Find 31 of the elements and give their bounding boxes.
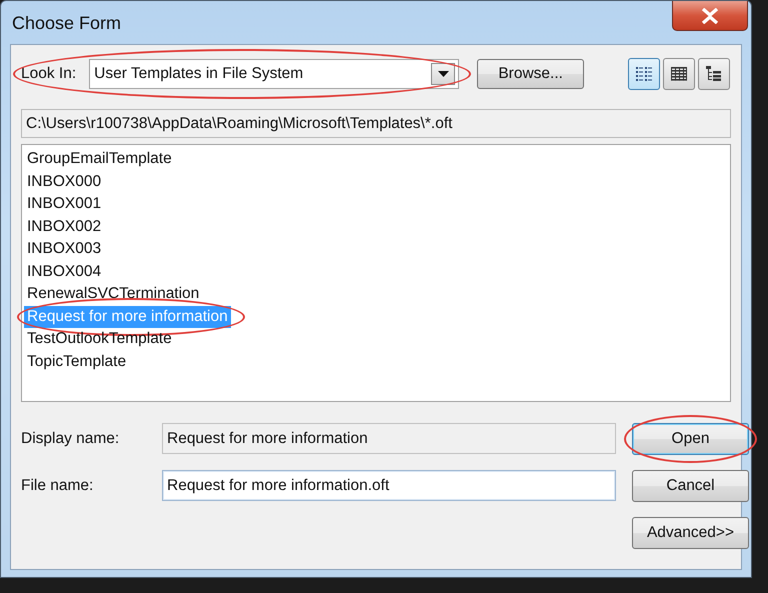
- display-name-label: Display name:: [21, 430, 120, 448]
- list-view-icon: [635, 65, 653, 83]
- form-list-item[interactable]: TopicTemplate: [24, 350, 130, 373]
- tree-view-icon: [705, 65, 723, 83]
- caret-icon: [438, 71, 449, 77]
- display-name-field: Request for more information: [162, 423, 616, 454]
- form-list-item[interactable]: INBOX003: [24, 238, 104, 260]
- form-list-item[interactable]: RenewalSVCTermination: [24, 283, 202, 306]
- form-list-item[interactable]: INBOX000: [24, 170, 104, 193]
- file-name-field[interactable]: Request for more information.oft: [162, 470, 616, 501]
- close-icon: [701, 8, 719, 24]
- folder-path-field: C:\Users\r100738\AppData\Roaming\Microsoft\Templates\*.oft: [21, 109, 731, 138]
- details-view-icon: [670, 65, 688, 83]
- open-button[interactable]: Open: [632, 422, 749, 454]
- window-title: Choose Form: [12, 13, 122, 34]
- view-button[interactable]: [628, 58, 660, 90]
- advanced-button[interactable]: Advanced>>: [632, 517, 749, 549]
- form-list-item[interactable]: INBOX004: [24, 260, 104, 283]
- view-button[interactable]: [698, 58, 730, 90]
- look-in-dropdown[interactable]: User Templates in File System: [89, 59, 460, 89]
- file-name-label: File name:: [21, 476, 94, 494]
- dropdown-button[interactable]: [431, 63, 456, 85]
- view-button[interactable]: [663, 58, 695, 90]
- form-list-item[interactable]: GroupEmailTemplate: [24, 148, 175, 170]
- form-list-item[interactable]: TestOutlookTemplate: [24, 328, 175, 350]
- close-button[interactable]: [672, 1, 748, 31]
- form-list-item[interactable]: INBOX001: [24, 193, 104, 216]
- cancel-button[interactable]: Cancel: [632, 470, 749, 502]
- form-list-item[interactable]: INBOX002: [24, 216, 104, 238]
- look-in-label: Look In:: [21, 65, 76, 83]
- browse-button[interactable]: Browse...: [477, 59, 584, 89]
